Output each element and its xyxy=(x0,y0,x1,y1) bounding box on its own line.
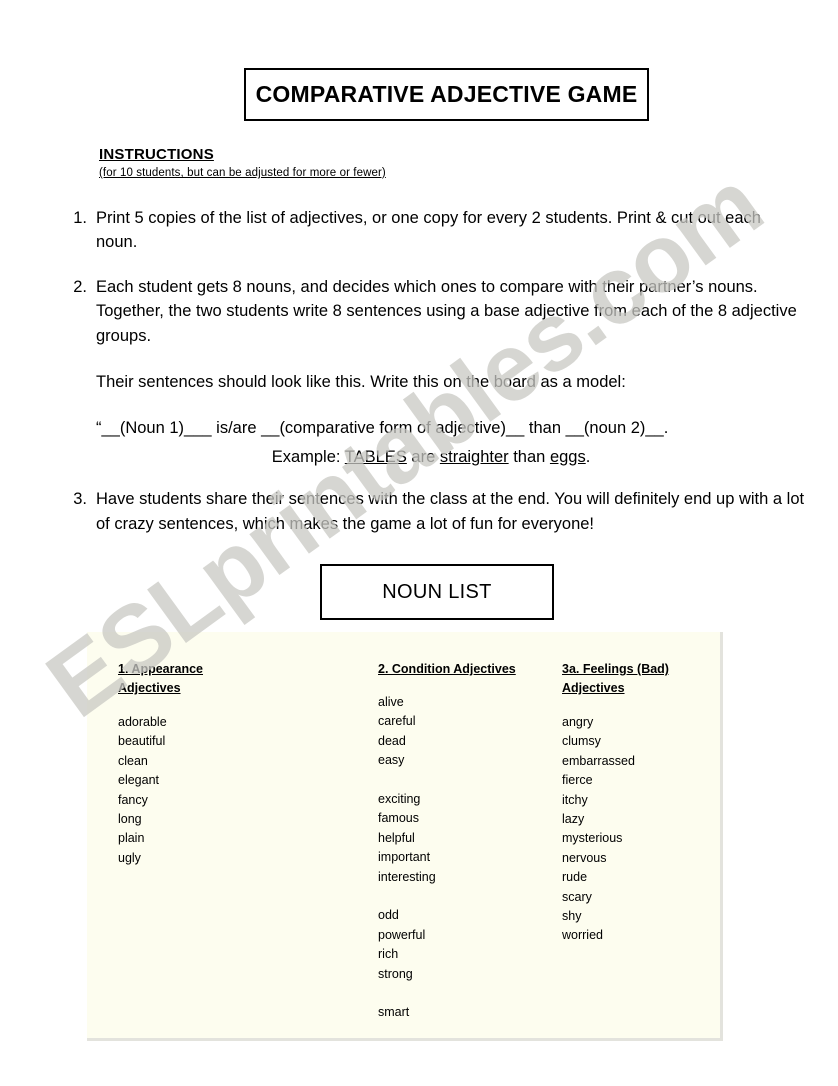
adjective-item: easy xyxy=(378,753,405,768)
worksheet-page: COMPARATIVE ADJECTIVE GAME INSTRUCTIONS … xyxy=(0,0,838,1086)
adjective-list-panel: 1. Appearance Adjectives adorable beautiful… xyxy=(87,632,723,1041)
adjective-column: 3a. Feelings (Bad) Adjectives angry clumsy e… xyxy=(562,660,712,946)
example-suffix: . xyxy=(585,447,591,466)
adjective-item: clean xyxy=(118,753,148,768)
instructions-heading: INSTRUCTIONS xyxy=(99,146,214,163)
adjective-item: plain xyxy=(118,831,145,846)
adjective-item: elegant xyxy=(118,773,160,788)
step-body: Have students share their sentences with… xyxy=(96,487,806,536)
adjective-item: fancy xyxy=(118,792,148,807)
model-sentence: “__(Noun 1)___ is/are __(comparative for… xyxy=(96,419,669,438)
instruction-step: 1. Print 5 copies of the list of adjecti… xyxy=(66,206,806,255)
page-title: COMPARATIVE ADJECTIVE GAME xyxy=(255,81,638,107)
adjective-columns: 1. Appearance Adjectives adorable beautiful… xyxy=(87,632,720,1038)
step-paragraph: Have students share their sentences with… xyxy=(96,490,805,533)
adjective-column-heading-line: 2. Condition Adjectives xyxy=(378,662,516,676)
adjective-item: smart xyxy=(378,1005,410,1020)
noun-list-title-box: NOUN LIST xyxy=(320,564,554,620)
adjective-group: odd powerful rich strong xyxy=(378,906,548,984)
adjective-item: clumsy xyxy=(562,734,601,749)
step-paragraph: Print 5 copies of the list of adjectives… xyxy=(96,209,761,252)
instruction-step: 3. Have students share their sentences w… xyxy=(66,487,806,536)
adjective-item: itchy xyxy=(562,792,588,807)
adjective-item: powerful xyxy=(378,927,426,942)
example-sentence: Example: TABLES are straighter than eggs… xyxy=(96,445,806,469)
noun-list-title: NOUN LIST xyxy=(382,580,492,603)
step-number: 1. xyxy=(73,209,87,227)
page-title-box: COMPARATIVE ADJECTIVE GAME xyxy=(244,68,649,121)
adjective-item: rich xyxy=(378,947,399,962)
instructions-heading-block: INSTRUCTIONS (for 10 students, but can b… xyxy=(99,146,699,179)
adjective-item: ugly xyxy=(118,850,141,865)
adjective-group: angry clumsy embarrassed fierce itchy lazy mys… xyxy=(562,713,712,946)
step-paragraph: Each student gets 8 nouns, and decides w… xyxy=(96,277,797,345)
adjective-item: strong xyxy=(378,966,413,981)
step-body: Each student gets 8 nouns, and decides w… xyxy=(96,275,806,469)
adjective-item: beautiful xyxy=(118,734,166,749)
example-prefix: Example: xyxy=(271,447,345,466)
adjective-item: alive xyxy=(378,695,404,709)
step-paragraph: Their sentences should look like this. W… xyxy=(96,373,626,392)
instructions-subheading: (for 10 students, but can be adjusted fo… xyxy=(99,167,386,179)
adjective-group: smart xyxy=(378,1003,548,1022)
adjective-item: adorable xyxy=(118,715,167,729)
step-body: Print 5 copies of the list of adjectives… xyxy=(96,206,806,255)
step-number: 2. xyxy=(73,277,87,296)
instructions-step-list: 1. Print 5 copies of the list of adjecti… xyxy=(66,206,806,556)
adjective-item: odd xyxy=(378,908,399,923)
adjective-item: shy xyxy=(562,909,582,924)
step-number: 3. xyxy=(73,490,87,509)
adjective-item: lazy xyxy=(562,812,585,827)
adjective-column-heading: 2. Condition Adjectives xyxy=(378,660,548,679)
adjective-item: rude xyxy=(562,870,588,885)
adjective-column-heading-line: Adjectives xyxy=(118,681,181,695)
adjective-item: embarrassed xyxy=(562,753,635,768)
adjective-item: angry xyxy=(562,715,594,729)
adjective-item: fierce xyxy=(562,773,593,788)
example-adjective: straighter xyxy=(439,447,509,466)
example-noun2: eggs xyxy=(549,447,586,466)
adjective-item: careful xyxy=(378,714,416,729)
adjective-group: alive careful dead easy xyxy=(378,693,548,771)
adjective-item: dead xyxy=(378,733,406,748)
adjective-item: worried xyxy=(562,928,603,943)
adjective-item: helpful xyxy=(378,830,415,845)
example-middle: are xyxy=(406,447,440,466)
adjective-item: long xyxy=(118,812,142,827)
adjective-group: adorable beautiful clean elegant fancy long pl… xyxy=(118,713,278,868)
adjective-column: 2. Condition Adjectives alive careful dead e… xyxy=(378,660,548,1023)
adjective-item: scary xyxy=(562,889,592,904)
adjective-column-heading-line: 3a. Feelings (Bad) xyxy=(562,662,669,676)
adjective-item: important xyxy=(378,850,431,865)
adjective-group: exciting famous helpful important interestin… xyxy=(378,790,548,887)
adjective-column: 1. Appearance Adjectives adorable beautiful… xyxy=(118,660,278,868)
adjective-item: exciting xyxy=(378,792,421,807)
adjective-item: famous xyxy=(378,811,419,826)
adjective-column-heading: 1. Appearance Adjectives xyxy=(118,660,278,698)
adjective-item: interesting xyxy=(378,869,436,884)
instruction-step: 2. Each student gets 8 nouns, and decide… xyxy=(66,275,806,469)
adjective-column-heading-line: 1. Appearance xyxy=(118,662,203,676)
adjective-column-heading-line: Adjectives xyxy=(562,681,625,695)
example-conjunction: than xyxy=(508,447,550,466)
adjective-column-heading: 3a. Feelings (Bad) Adjectives xyxy=(562,660,712,698)
adjective-item: nervous xyxy=(562,850,607,865)
example-noun1: TABLES xyxy=(344,447,407,466)
adjective-item: mysterious xyxy=(562,831,623,846)
